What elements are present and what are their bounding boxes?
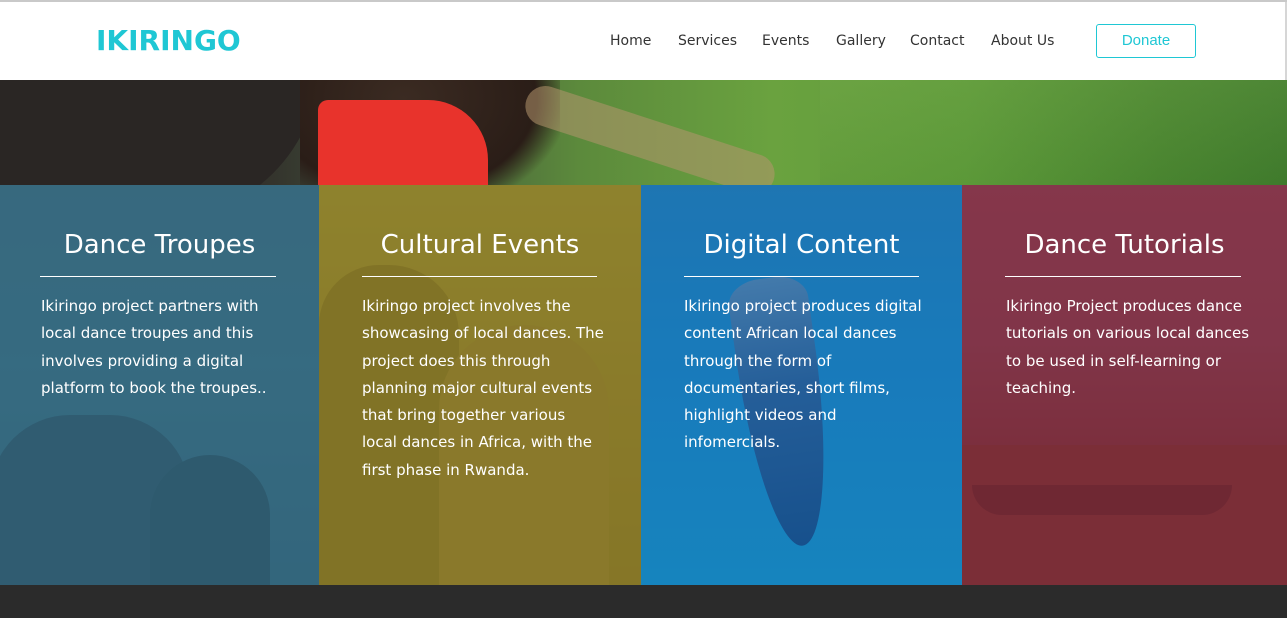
card-dance-tutorials[interactable]: Dance Tutorials Ikiringo Project produce… [962,185,1287,585]
nav-item-services[interactable]: Services [678,30,737,52]
card-text-line: involves providing a digital [41,351,244,370]
hero-figure-shoulder [0,80,320,185]
card-text-line: teaching. [1006,378,1077,397]
card-cultural-events[interactable]: Cultural Events Ikiringo project involve… [319,185,641,585]
card-text-line: Ikiringo project partners with [41,297,259,315]
card-text-line: Ikiringo project produces digital [684,297,922,315]
nav-item-home[interactable]: Home [610,30,651,52]
card-text-line: tutorials on various local dances [1006,324,1250,343]
card-text-line: planning major cultural events [362,378,593,397]
card-text-line: through the form of [684,351,832,370]
card-text-line: showcasing of local dances. The [362,324,604,343]
card-title: Cultural Events [380,230,580,260]
services-cards: Dance Troupes Ikiringo project partners … [0,185,1287,585]
site-header: IKIRINGO Home Services Events Gallery Co… [0,2,1287,80]
card-title: Dance Troupes [63,230,256,260]
page: IKIRINGO Home Services Events Gallery Co… [0,0,1287,618]
card-description: Ikiringo project partners with local dan… [41,293,267,402]
nav-item-events[interactable]: Events [762,30,809,52]
page-footer [0,585,1287,618]
card-text-line: Ikiringo Project produces dance [1006,297,1242,315]
nav-item-about-us[interactable]: About Us [991,30,1054,52]
card-divider [362,276,597,277]
card-text-line: documentaries, short films, [684,378,890,397]
card-divider [40,276,276,277]
card-divider [684,276,919,277]
card-description: Ikiringo project involves the showcasing… [362,293,604,484]
card-title: Dance Tutorials [1024,230,1225,260]
card-text-line: platform to book the troupes.. [41,378,267,397]
card-description: Ikiringo Project produces dance tutorial… [1006,293,1249,402]
card-text-line: to be used in self-learning or [1006,351,1222,370]
hero-image [0,80,1287,185]
hero-green-hills [820,80,1287,185]
card-text-line: local dance troupes and this [41,324,254,343]
card-text-line: infomercials. [684,433,781,452]
card-dance-troupes[interactable]: Dance Troupes Ikiringo project partners … [0,185,319,585]
hero-red-garment [318,100,488,185]
card-text-line: local dances in Africa, with the [362,433,592,452]
card-title: Digital Content [703,230,900,260]
card-text-line: content African local dances [684,324,897,343]
card-description: Ikiringo project produces digital conten… [684,293,922,457]
card-text-line: highlight videos and [684,406,837,425]
card-text-line: project does this through [362,351,551,370]
card-digital-content[interactable]: Digital Content Ikiringo project produce… [641,185,962,585]
card-text-line: first phase in Rwanda. [362,460,530,479]
donate-button[interactable]: Donate [1096,24,1196,58]
card-text-line: Ikiringo project involves the [362,297,571,315]
card-text-line: that bring together various [362,406,566,425]
main-nav: Home Services Events Gallery Contact Abo… [0,30,1285,54]
nav-item-gallery[interactable]: Gallery [836,30,886,52]
card-divider [1005,276,1241,277]
nav-item-contact[interactable]: Contact [910,30,964,52]
